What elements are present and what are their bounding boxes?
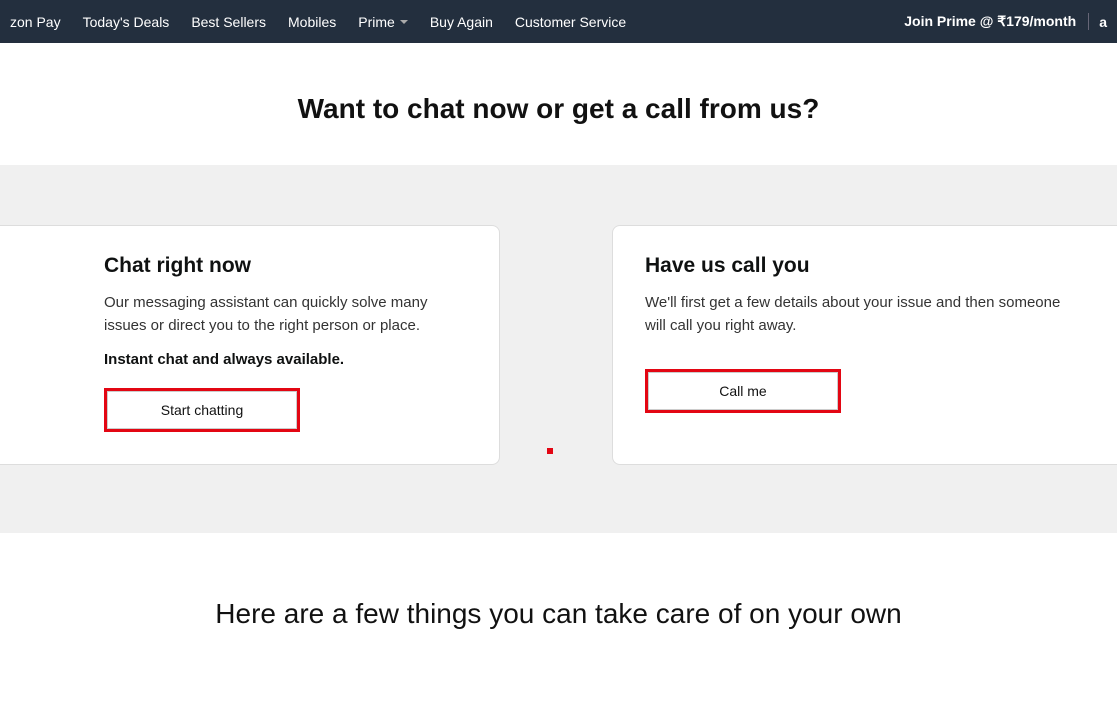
call-card-desc: We'll first get a few details about your…: [645, 292, 1085, 337]
lower-section-title: Here are a few things you can take care …: [0, 598, 1117, 630]
nav-item-buy-again[interactable]: Buy Again: [430, 14, 493, 30]
nav-item-prime-label: Prime: [358, 14, 395, 30]
start-chatting-button[interactable]: Start chatting: [107, 391, 297, 429]
page-title: Want to chat now or get a call from us?: [0, 93, 1117, 125]
chat-card-bold: Instant chat and always available.: [104, 351, 459, 368]
top-nav: zon Pay Today's Deals Best Sellers Mobil…: [0, 0, 1117, 43]
call-card: Have us call you We'll first get a few d…: [612, 225, 1117, 465]
nav-item-amazon-pay[interactable]: zon Pay: [10, 14, 61, 30]
nav-right-fragment: a: [1099, 14, 1107, 30]
nav-item-prime[interactable]: Prime: [358, 14, 408, 30]
nav-left-group: zon Pay Today's Deals Best Sellers Mobil…: [10, 14, 626, 30]
chat-card: Chat right now Our messaging assistant c…: [0, 225, 500, 465]
nav-item-todays-deals[interactable]: Today's Deals: [83, 14, 170, 30]
red-marker-icon: [547, 448, 553, 454]
chat-card-desc: Our messaging assistant can quickly solv…: [104, 292, 459, 337]
call-card-title: Have us call you: [645, 254, 1085, 278]
nav-item-best-sellers[interactable]: Best Sellers: [191, 14, 266, 30]
options-section: Chat right now Our messaging assistant c…: [0, 165, 1117, 533]
call-me-highlight: Call me: [645, 369, 841, 413]
start-chatting-highlight: Start chatting: [104, 388, 300, 432]
call-me-button[interactable]: Call me: [648, 372, 838, 410]
chat-card-title: Chat right now: [104, 254, 459, 278]
nav-join-prime[interactable]: Join Prime @ ₹179/month: [904, 13, 1089, 30]
nav-item-customer-service[interactable]: Customer Service: [515, 14, 626, 30]
chevron-down-icon: [400, 20, 408, 24]
nav-item-mobiles[interactable]: Mobiles: [288, 14, 336, 30]
